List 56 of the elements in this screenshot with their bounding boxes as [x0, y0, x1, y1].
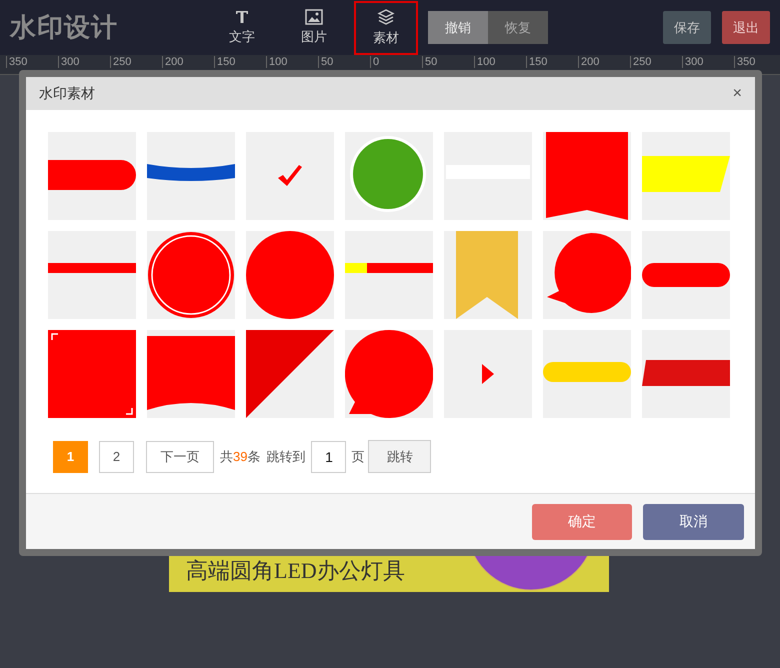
material-tile[interactable] — [48, 231, 136, 319]
ruler-label: 0 — [370, 56, 422, 68]
total-count: 共39条 — [220, 448, 260, 466]
tool-button[interactable]: 图片 — [282, 0, 346, 54]
material-tile[interactable] — [642, 132, 730, 220]
dialog-title: 水印素材 — [39, 84, 95, 103]
material-tile[interactable] — [543, 330, 631, 418]
tool-button[interactable]: 素材 — [354, 0, 418, 54]
logo: 水印设计 — [10, 11, 119, 44]
text-icon — [234, 8, 250, 25]
material-tile[interactable] — [147, 132, 235, 220]
material-tile[interactable] — [444, 330, 532, 418]
material-tile[interactable] — [48, 132, 136, 220]
next-page-button[interactable]: 下一页 — [146, 440, 214, 472]
ruler-label: 50 — [422, 56, 474, 68]
material-tile[interactable] — [246, 132, 334, 220]
material-tile[interactable] — [444, 231, 532, 319]
material-tile[interactable] — [246, 231, 334, 319]
confirm-button[interactable]: 确定 — [532, 504, 632, 540]
jump-button[interactable]: 跳转 — [368, 440, 432, 473]
ruler-label: 200 — [578, 56, 630, 68]
page-input[interactable]: 1 — [311, 440, 346, 472]
image-icon — [305, 8, 323, 25]
material-tile[interactable] — [642, 231, 730, 319]
material-tile[interactable] — [147, 330, 235, 418]
page-unit: 页 — [351, 448, 364, 466]
banner-text: 高端圆角LED办公灯具 — [186, 557, 405, 585]
ruler-label: 150 — [214, 56, 266, 68]
ruler-label: 100 — [474, 56, 526, 68]
save-button[interactable]: 保存 — [663, 11, 711, 44]
ruler-label: 50 — [318, 56, 370, 68]
ruler-label: 250 — [630, 56, 682, 68]
close-button[interactable]: × — [732, 82, 742, 106]
ruler-label: 300 — [682, 56, 734, 68]
history-button[interactable]: 撤销 — [428, 11, 488, 44]
material-drawing — [278, 165, 302, 186]
ruler-label: 200 — [162, 56, 214, 68]
material-drawing — [482, 364, 494, 384]
material-tile[interactable] — [345, 231, 433, 319]
cancel-button[interactable]: 取消 — [643, 504, 744, 540]
jump-label: 跳转到 — [266, 448, 306, 466]
ruler-label: 100 — [266, 56, 318, 68]
ruler-label: 250 — [110, 56, 162, 68]
ruler-label: 300 — [58, 56, 110, 68]
tool-button[interactable]: 文字 — [210, 0, 274, 54]
material-tile[interactable] — [345, 330, 433, 418]
material-tile[interactable] — [246, 330, 334, 418]
ruler-label: 350 — [6, 56, 58, 68]
exit-button[interactable]: 退出 — [722, 11, 770, 44]
material-tile[interactable] — [48, 330, 136, 418]
material-tile[interactable] — [642, 330, 730, 418]
material-tile[interactable] — [345, 132, 433, 220]
layers-icon — [377, 8, 395, 26]
ruler-label: 350 — [734, 56, 780, 68]
page-button[interactable]: 2 — [99, 440, 134, 472]
ruler-label: 150 — [526, 56, 578, 68]
